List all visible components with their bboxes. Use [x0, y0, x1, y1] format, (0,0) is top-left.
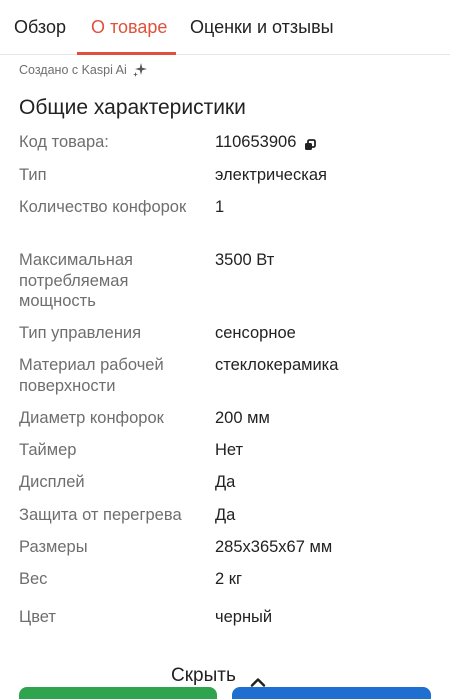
product-code: 110653906: [215, 133, 297, 151]
tab-reviews[interactable]: Оценки и отзывы: [190, 17, 334, 38]
spec-value: 110653906: [215, 132, 317, 153]
spec-value: сенсорное: [215, 324, 296, 342]
ai-note-text: Создано с Kaspi Ai: [19, 63, 127, 77]
spec-value: 3500 Вт: [215, 251, 275, 269]
section-title: Общие характеристики: [19, 96, 246, 119]
spec-value: 1: [215, 198, 225, 216]
spec-value: Нет: [215, 441, 244, 459]
collapse-label: Скрыть: [171, 665, 236, 686]
collapse-button[interactable]: Скрыть: [171, 665, 266, 687]
spec-value: Да: [215, 473, 236, 491]
primary-action-button[interactable]: [19, 687, 217, 699]
spec-label: Защита от перегрева: [19, 506, 182, 524]
spec-label: Цвет: [19, 608, 56, 626]
tab-bar: Обзор О товаре Оценки и отзывы: [0, 0, 450, 55]
spec-value: 200 мм: [215, 409, 270, 427]
spec-value: черный: [215, 608, 273, 626]
ai-generated-note: Создано с Kaspi Ai: [19, 62, 148, 78]
spec-label: Вес: [19, 570, 48, 588]
active-tab-indicator: [77, 52, 176, 55]
spec-label: Максимальная потребляемая мощность: [19, 251, 133, 310]
spec-label: Диаметр конфорок: [19, 409, 164, 427]
spec-value: 285x365x67 мм: [215, 538, 333, 556]
spec-label: Код товара:: [19, 133, 109, 151]
spec-label: Тип управления: [19, 324, 142, 342]
spec-value: электрическая: [215, 166, 327, 184]
spec-label: Таймер: [19, 441, 77, 459]
secondary-action-button[interactable]: [232, 687, 431, 699]
copy-icon[interactable]: [304, 136, 317, 151]
spec-label: Тип: [19, 166, 47, 184]
spec-label: Количество конфорок: [19, 198, 187, 216]
sparkle-icon: [132, 62, 148, 78]
tab-overview[interactable]: Обзор: [14, 17, 66, 38]
tab-about-product[interactable]: О товаре: [91, 17, 167, 38]
spec-value: стеклокерамика: [215, 356, 339, 374]
spec-label: Дисплей: [19, 473, 85, 491]
spec-value: Да: [215, 506, 236, 524]
spec-label: Материал рабочей поверхности: [19, 356, 164, 395]
spec-value: 2 кг: [215, 570, 242, 588]
chevron-up-icon: [250, 671, 266, 687]
spec-label: Размеры: [19, 538, 88, 556]
